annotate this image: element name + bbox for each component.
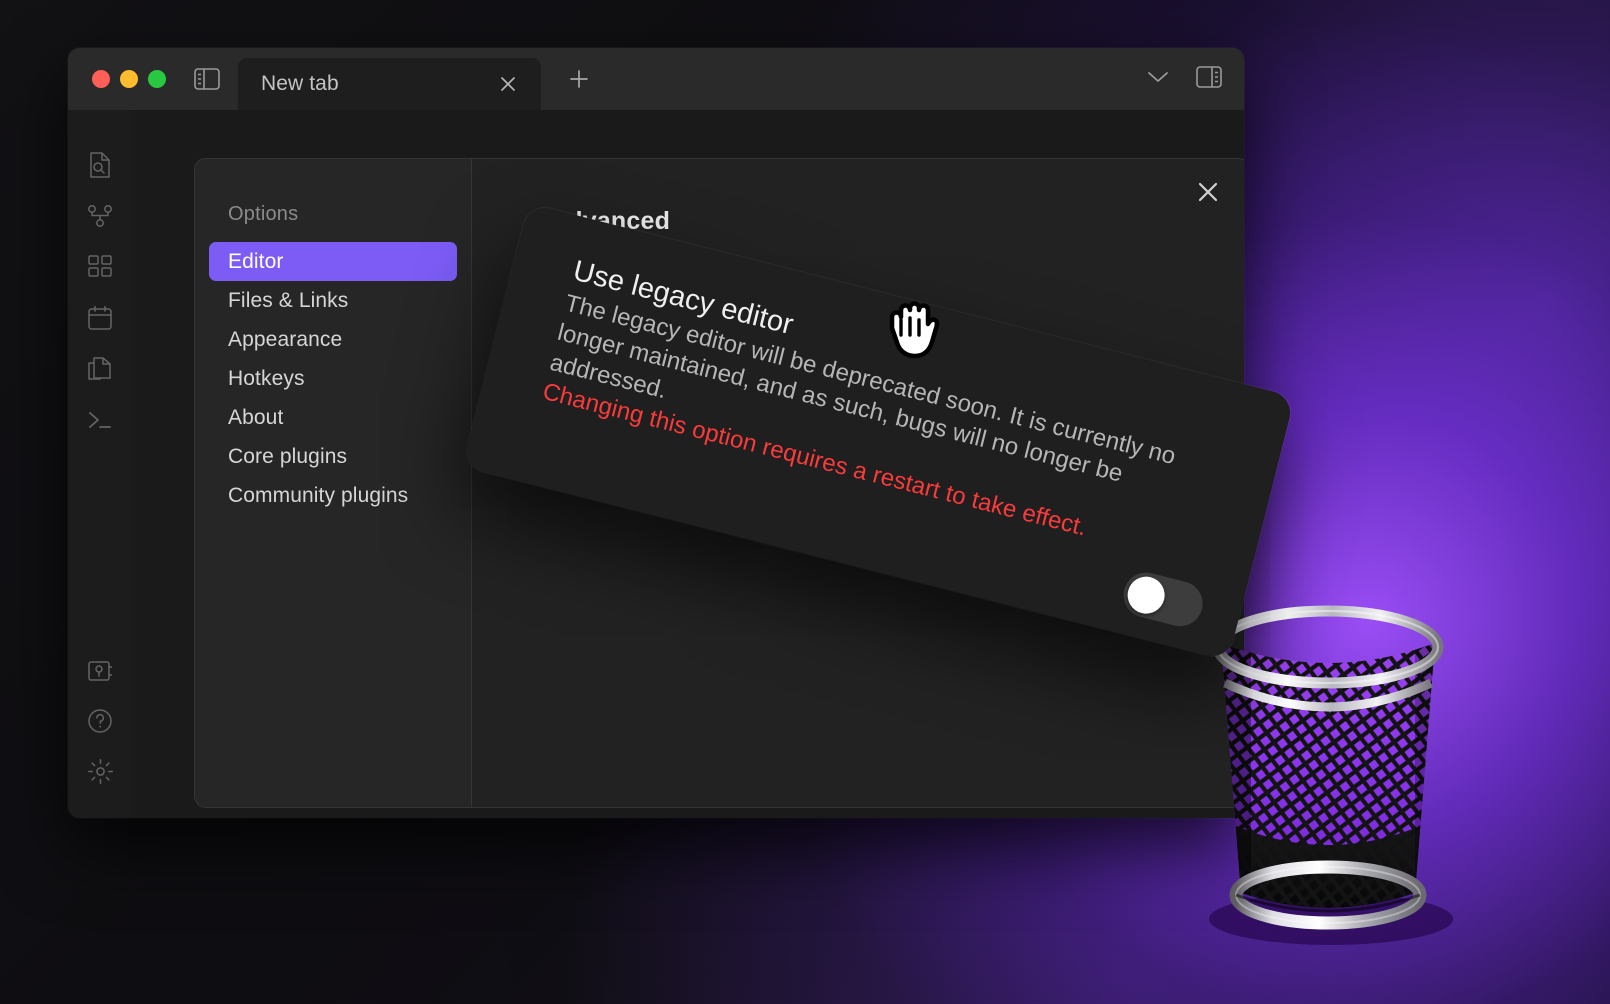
titlebar-right-controls xyxy=(1146,48,1222,110)
sidebar-item-label: Community plugins xyxy=(228,483,409,507)
sidebar-item-hotkeys[interactable]: Hotkeys xyxy=(209,359,457,398)
sidebar-item-appearance[interactable]: Appearance xyxy=(209,320,457,359)
sidebar-item-label: Hotkeys xyxy=(228,366,305,390)
sidebar-item-label: Files & Links xyxy=(228,288,349,312)
settings-nav-title: Options xyxy=(228,203,299,225)
sidebar-item-label: Editor xyxy=(228,249,284,273)
activity-rail xyxy=(68,110,132,818)
copy-files-icon[interactable] xyxy=(81,350,119,388)
terminal-icon[interactable] xyxy=(81,401,119,439)
zoom-window-button[interactable] xyxy=(148,70,166,88)
use-legacy-editor-toggle[interactable] xyxy=(1118,567,1208,632)
sidebar-item-editor[interactable]: Editor xyxy=(209,242,457,281)
close-icon[interactable] xyxy=(1191,175,1225,209)
sidebar-item-label: Appearance xyxy=(228,327,343,351)
sidebar-item-about[interactable]: About xyxy=(209,398,457,437)
minimize-window-button[interactable] xyxy=(120,70,138,88)
vault-icon[interactable] xyxy=(81,652,119,690)
sidebar-item-core-plugins[interactable]: Core plugins xyxy=(209,437,457,476)
grab-hand-cursor xyxy=(882,290,948,362)
plus-icon[interactable] xyxy=(563,63,595,95)
window-titlebar: New tab xyxy=(68,48,1244,110)
sidebar-item-community-plugins[interactable]: Community plugins xyxy=(209,476,457,515)
sidebar-item-files-links[interactable]: Files & Links xyxy=(209,281,457,320)
tab-strip: New tab xyxy=(238,48,595,110)
rail-bottom-group xyxy=(81,652,119,790)
tab-label: New tab xyxy=(261,72,339,95)
gear-icon[interactable] xyxy=(81,752,119,790)
right-sidebar-toggle-icon[interactable] xyxy=(1196,65,1222,93)
traffic-lights xyxy=(92,70,166,88)
close-icon[interactable] xyxy=(495,71,521,97)
left-sidebar-toggle-icon[interactable] xyxy=(194,68,220,90)
tab-new-tab[interactable]: New tab xyxy=(238,58,541,110)
canvas-grid-icon[interactable] xyxy=(81,248,119,286)
chevron-down-icon[interactable] xyxy=(1146,70,1170,89)
sidebar-item-label: Core plugins xyxy=(228,444,348,468)
calendar-icon[interactable] xyxy=(81,299,119,337)
file-search-icon[interactable] xyxy=(81,146,119,184)
settings-nav: Options Editor Files & Links Appearance … xyxy=(195,159,472,807)
rail-top-group xyxy=(81,146,119,439)
sidebar-item-label: About xyxy=(228,405,284,429)
close-window-button[interactable] xyxy=(92,70,110,88)
help-circle-icon[interactable] xyxy=(81,702,119,740)
toggle-knob xyxy=(1123,572,1169,618)
graph-view-icon[interactable] xyxy=(81,197,119,235)
